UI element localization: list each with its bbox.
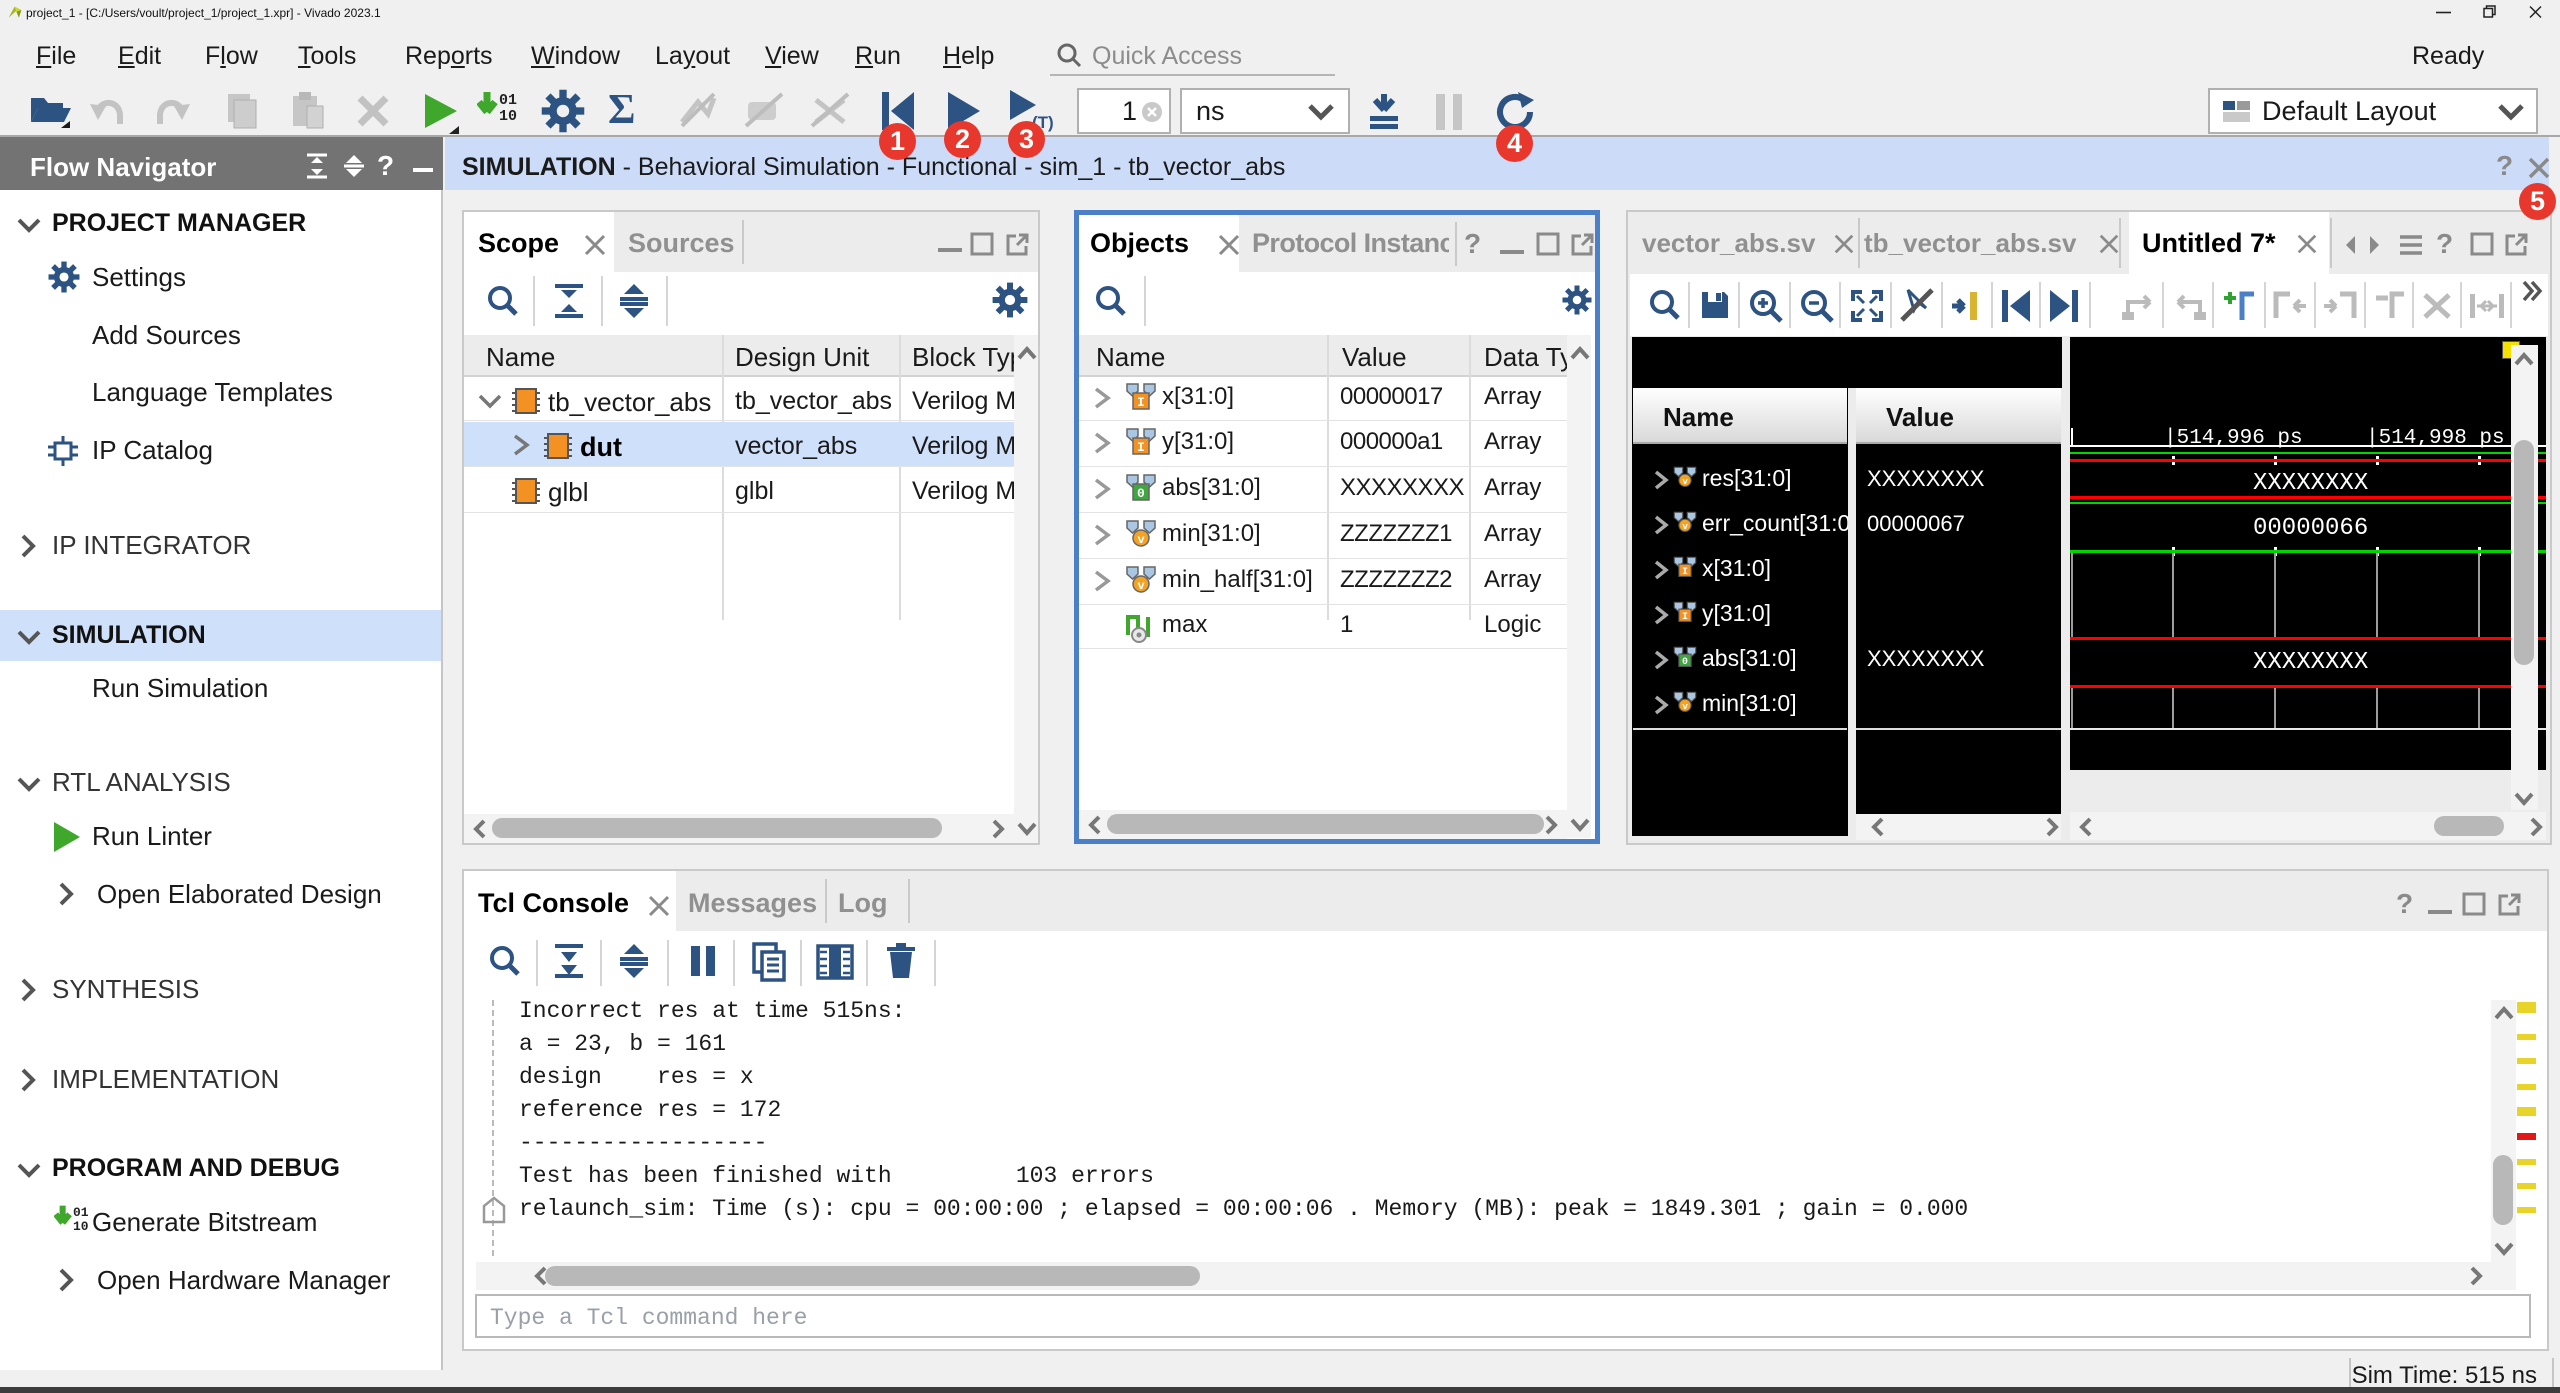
svg-text:0: 0 (1137, 486, 1145, 501)
svg-text:0: 0 (1682, 656, 1688, 667)
svg-text:I: I (1682, 566, 1688, 577)
svg-text:01: 01 (73, 1205, 89, 1220)
svg-text:v: v (1138, 533, 1145, 547)
svg-text:I: I (1137, 440, 1145, 455)
svg-text:v: v (1682, 701, 1688, 712)
svg-text:v: v (1682, 521, 1688, 532)
svg-text:I: I (1682, 611, 1688, 622)
svg-text:I: I (1137, 395, 1145, 410)
svg-text:10: 10 (73, 1219, 89, 1234)
svg-text:v: v (1682, 476, 1688, 487)
svg-text:01: 01 (499, 92, 517, 109)
svg-text:v: v (1138, 579, 1145, 593)
svg-text:10: 10 (499, 108, 517, 125)
